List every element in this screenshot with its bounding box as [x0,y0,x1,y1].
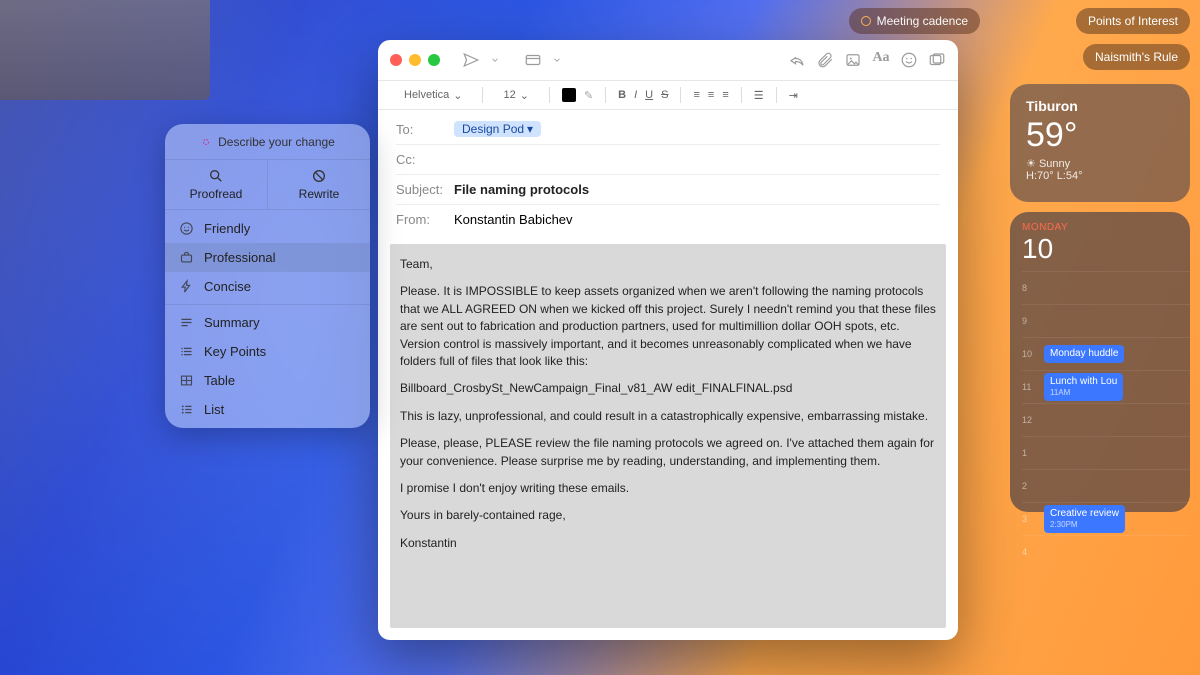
close-button[interactable] [390,54,402,66]
format-list[interactable]: List [165,395,370,424]
window-titlebar[interactable]: Aa [378,40,958,80]
rewrite-button[interactable]: Rewrite [268,160,370,209]
updown-icon: ⌄ [520,89,529,102]
calendar-day: 10 [1022,233,1068,265]
chevron-down-icon[interactable] [552,51,562,69]
chevron-down-icon: ▾ [527,122,533,136]
circle-icon [861,16,871,26]
chevron-down-icon[interactable] [490,51,500,69]
recipient-token[interactable]: Design Pod ▾ [454,121,541,137]
calendar-widget[interactable]: MONDAY 10 8 9 10 Monday huddle 11 Lunch … [1010,212,1190,512]
mail-headers: To: Design Pod ▾ Cc: Subject: File namin… [378,110,958,238]
format-icon[interactable]: Aa [872,51,890,69]
italic-button[interactable]: I [634,89,637,101]
weather-city: Tiburon [1026,98,1174,114]
format-keypoints[interactable]: Key Points [165,337,370,366]
calendar-dow: MONDAY [1022,222,1068,233]
tone-professional[interactable]: Professional [165,243,370,272]
zoom-button[interactable] [428,54,440,66]
list-icon [179,402,194,417]
image-icon[interactable] [844,51,862,69]
tone-list: Friendly Professional Concise Summary Ke… [165,210,370,428]
emoji-icon[interactable] [900,51,918,69]
fontsize-selector[interactable]: 12 ⌄ [495,87,536,104]
indent-button[interactable]: ⇥ [789,89,798,102]
calendar-event[interactable]: Lunch with Lou 11AM [1044,373,1123,401]
mail-compose-window: Aa Helvetica ⌄ 12 ⌄ ✎ B I U S ≡ ≡ ≡ ☰ ⇥ … [378,40,958,640]
from-field[interactable]: Konstantin Babichev [454,212,573,227]
format-table[interactable]: Table [165,366,370,395]
sun-icon: ☀︎ [1026,158,1036,170]
minimize-button[interactable] [409,54,421,66]
cc-label: Cc: [396,152,454,167]
weather-temp: 59° [1026,116,1174,155]
chip-label: Naismith's Rule [1095,50,1178,64]
format-summary[interactable]: Summary [165,308,370,337]
tone-concise[interactable]: Concise [165,272,370,301]
align-left-icon[interactable]: ≡ [693,89,699,101]
magnify-icon [208,168,224,184]
calendar-event[interactable]: Creative review 2:30PM [1044,505,1125,533]
align-center-icon[interactable]: ≡ [708,89,714,101]
weather-hilo: H:70° L:54° [1026,170,1174,182]
from-label: From: [396,212,454,227]
note-chip-rule[interactable]: Naismith's Rule [1083,44,1190,70]
smile-icon [179,221,194,236]
chip-label: Points of Interest [1088,14,1178,28]
font-selector[interactable]: Helvetica ⌄ [396,87,470,104]
proofread-button[interactable]: Proofread [165,160,267,209]
format-bar: Helvetica ⌄ 12 ⌄ ✎ B I U S ≡ ≡ ≡ ☰ ⇥ [378,80,958,110]
photo-browser-icon[interactable] [928,51,946,69]
bold-button[interactable]: B [618,89,626,101]
table-icon [179,373,194,388]
attachment-icon[interactable] [816,51,834,69]
traffic-lights [390,54,440,66]
bolt-icon [179,279,194,294]
summary-icon [179,315,194,330]
text-color-dropper-icon[interactable]: ✎ [584,89,593,102]
weather-widget[interactable]: Tiburon 59° ☀︎ Sunny H:70° L:54° [1010,84,1190,202]
to-label: To: [396,122,454,137]
describe-change-button[interactable]: Describe your change [165,124,370,159]
mail-body[interactable]: Team, Please. It is IMPOSSIBLE to keep a… [390,244,946,628]
sparkle-icon [200,136,212,148]
writing-tools-popover: Describe your change Proofread Rewrite F… [165,124,370,428]
note-chip-poi[interactable]: Points of Interest [1076,8,1190,34]
reminder-chip-meeting[interactable]: Meeting cadence [849,8,980,34]
subject-label: Subject: [396,182,454,197]
calendar-body: 8 9 10 Monday huddle 11 Lunch with Lou 1… [1022,271,1190,568]
keypoints-icon [179,344,194,359]
calendar-event[interactable]: Monday huddle [1044,345,1124,363]
chip-label: Meeting cadence [877,14,968,28]
reply-icon[interactable] [788,51,806,69]
underline-button[interactable]: U [645,89,653,101]
weather-condition: ☀︎ Sunny [1026,157,1174,170]
rewrite-icon [311,168,327,184]
send-icon[interactable] [462,51,480,69]
subject-field[interactable]: File naming protocols [454,182,589,197]
updown-icon: ⌄ [453,89,462,102]
tone-friendly[interactable]: Friendly [165,214,370,243]
header-fields-icon[interactable] [524,51,542,69]
desktop-photo-thumbnail [0,0,210,100]
align-right-icon[interactable]: ≡ [722,89,728,101]
list-button[interactable]: ☰ [754,89,764,102]
strike-button[interactable]: S [661,89,668,101]
briefcase-icon [179,250,194,265]
text-color-swatch[interactable] [562,88,576,102]
